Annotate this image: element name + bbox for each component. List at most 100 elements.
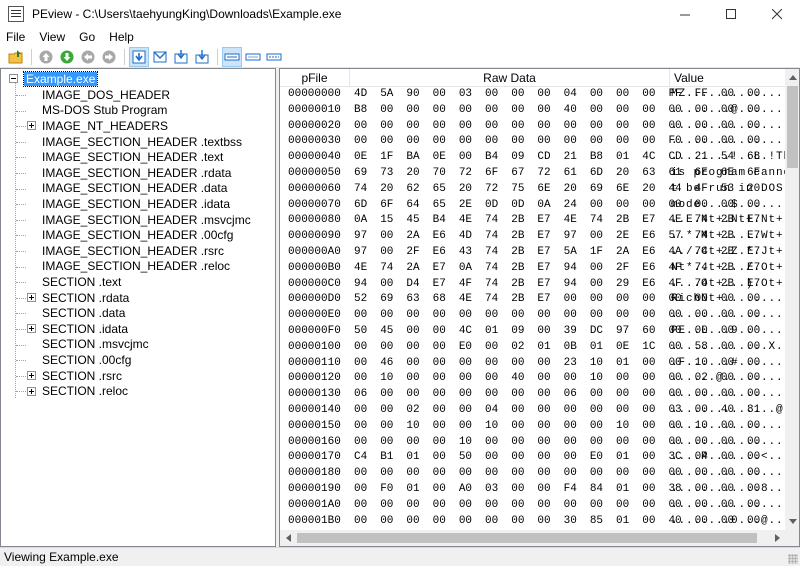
tree-item-label[interactable]: IMAGE_SECTION_HEADER .idata: [42, 197, 230, 211]
scroll-down-button[interactable]: [785, 513, 799, 530]
hex-row[interactable]: 000000C0 94 00 D4 E7 4F 74 2B E7 94 00 29…: [280, 277, 785, 293]
open-file-button[interactable]: [6, 47, 26, 67]
tree-item[interactable]: SECTION .rdata: [27, 290, 129, 306]
hex-row[interactable]: 00000140 00 00 02 00 00 04 00 00 00 00 00…: [280, 403, 785, 419]
tree-item[interactable]: SECTION .00cfg: [27, 352, 131, 368]
go-back-button[interactable]: [78, 47, 98, 67]
resize-grip-icon[interactable]: [788, 554, 798, 564]
hex-row[interactable]: 00000020 00 00 00 00 00 00 00 00 00 00 00…: [280, 119, 785, 135]
tree-item-label[interactable]: IMAGE_SECTION_HEADER .msvcjmc: [42, 213, 251, 227]
hex-row[interactable]: 00000060 74 20 62 65 20 72 75 6E 20 69 6E…: [280, 182, 785, 198]
tree-item[interactable]: IMAGE_SECTION_HEADER .reloc: [27, 259, 230, 275]
hex-row[interactable]: 00000010 B8 00 00 00 00 00 00 00 40 00 00…: [280, 103, 785, 119]
tree-item-label[interactable]: IMAGE_NT_HEADERS: [42, 119, 168, 133]
tree-item-label[interactable]: IMAGE_SECTION_HEADER .00cfg: [42, 228, 233, 242]
tree-item-label[interactable]: IMAGE_SECTION_HEADER .rsrc: [42, 244, 224, 258]
menu-help[interactable]: Help: [103, 30, 142, 44]
scroll-thumb[interactable]: [297, 533, 757, 543]
view-dword-button[interactable]: [171, 47, 191, 67]
tree-view[interactable]: Example.exe IMAGE_DOS_HEADER MS-DOS Stub …: [0, 68, 276, 547]
menu-go[interactable]: Go: [73, 30, 103, 44]
tree-item-label[interactable]: IMAGE_SECTION_HEADER .textbss: [42, 135, 242, 149]
hex-view[interactable]: pFile Raw Data Value 00000000 4D 5A 90 00…: [279, 68, 800, 547]
tree-item-label[interactable]: SECTION .msvcjmc: [42, 337, 149, 351]
go-up-button[interactable]: [36, 47, 56, 67]
tree-item-label[interactable]: SECTION .idata: [42, 322, 128, 336]
tree-item[interactable]: IMAGE_SECTION_HEADER .msvcjmc: [27, 212, 251, 228]
tree-item-label[interactable]: SECTION .text: [42, 275, 121, 289]
tree-item-label[interactable]: MS-DOS Stub Program: [42, 103, 167, 117]
column-header-pfile[interactable]: pFile: [280, 69, 350, 87]
tree-item[interactable]: IMAGE_SECTION_HEADER .idata: [27, 196, 230, 212]
tree-root[interactable]: Example.exe: [9, 70, 99, 87]
tree-item-label[interactable]: Example.exe: [22, 70, 99, 87]
hex-row[interactable]: 000000B0 4E 74 2A E7 0A 74 2B E7 94 00 2F…: [280, 261, 785, 277]
tree-item[interactable]: IMAGE_SECTION_HEADER .text: [27, 149, 223, 165]
view-list-button[interactable]: [264, 47, 284, 67]
tree-item[interactable]: SECTION .text: [27, 274, 121, 290]
hex-row[interactable]: 00000040 0E 1F BA 0E 00 B4 09 CD 21 B8 01…: [280, 150, 785, 166]
tree-item[interactable]: SECTION .reloc: [27, 383, 128, 399]
view-hex-button[interactable]: [222, 46, 242, 67]
view-text-button[interactable]: [243, 47, 263, 67]
tree-item-label[interactable]: SECTION .data: [42, 306, 125, 320]
hex-row[interactable]: 00000190 00 F0 01 00 A0 03 00 00 F4 84 01…: [280, 482, 785, 498]
view-qword-button[interactable]: [192, 47, 212, 67]
tree-item-label[interactable]: IMAGE_SECTION_HEADER .reloc: [42, 259, 230, 273]
hex-rows[interactable]: 00000000 4D 5A 90 00 03 00 00 00 04 00 00…: [280, 87, 785, 530]
tree-item-label[interactable]: SECTION .rsrc: [42, 369, 122, 383]
tree-item-label[interactable]: IMAGE_SECTION_HEADER .data: [42, 181, 227, 195]
close-button[interactable]: [754, 0, 800, 28]
collapse-icon[interactable]: [9, 74, 18, 84]
horizontal-scrollbar[interactable]: [280, 530, 785, 546]
hex-row[interactable]: 00000150 00 00 10 00 00 10 00 00 00 00 10…: [280, 419, 785, 435]
tree-item[interactable]: IMAGE_SECTION_HEADER .rsrc: [27, 243, 224, 259]
scroll-right-button[interactable]: [769, 530, 785, 546]
expand-icon[interactable]: [27, 371, 36, 381]
hex-row[interactable]: 000000A0 97 00 2F E6 43 74 2B E7 5A 1F 2A…: [280, 245, 785, 261]
hex-row[interactable]: 000001A0 00 00 00 00 00 00 00 00 00 00 00…: [280, 498, 785, 514]
go-next-button[interactable]: [99, 47, 119, 67]
tree-item-label[interactable]: SECTION .reloc: [42, 384, 128, 398]
hex-row[interactable]: 00000090 97 00 2A E6 4D 74 2B E7 97 00 2E…: [280, 229, 785, 245]
scroll-up-button[interactable]: [785, 69, 799, 86]
column-header-value[interactable]: Value: [670, 69, 799, 87]
scroll-thumb[interactable]: [787, 86, 798, 168]
view-word-button[interactable]: [150, 47, 170, 67]
vertical-scrollbar[interactable]: [785, 69, 799, 530]
tree-item[interactable]: IMAGE_SECTION_HEADER .textbss: [27, 134, 242, 150]
tree-item[interactable]: IMAGE_SECTION_HEADER .rdata: [27, 165, 231, 181]
hex-row[interactable]: 00000120 00 10 00 00 00 00 40 00 00 10 00…: [280, 371, 785, 387]
hex-row[interactable]: 00000170 C4 B1 01 00 50 00 00 00 00 E0 01…: [280, 450, 785, 466]
tree-item[interactable]: IMAGE_DOS_HEADER: [27, 87, 170, 103]
tree-item[interactable]: IMAGE_SECTION_HEADER .00cfg: [27, 227, 233, 243]
tree-item[interactable]: SECTION .msvcjmc: [27, 337, 149, 353]
tree-item-label[interactable]: SECTION .rdata: [42, 291, 129, 305]
tree-item[interactable]: SECTION .idata: [27, 321, 128, 337]
expand-icon[interactable]: [27, 121, 36, 131]
maximize-button[interactable]: [708, 0, 754, 28]
tree-item-label[interactable]: IMAGE_SECTION_HEADER .rdata: [42, 166, 231, 180]
tree-item[interactable]: IMAGE_SECTION_HEADER .data: [27, 181, 227, 197]
hex-row[interactable]: 000001B0 00 00 00 00 00 00 00 00 30 85 01…: [280, 514, 785, 530]
hex-row[interactable]: 00000050 69 73 20 70 72 6F 67 72 61 6D 20…: [280, 166, 785, 182]
hex-row[interactable]: 00000080 0A 15 45 B4 4E 74 2B E7 4E 74 2B…: [280, 213, 785, 229]
tree-item-label[interactable]: IMAGE_SECTION_HEADER .text: [42, 150, 223, 164]
tree-item-label[interactable]: IMAGE_DOS_HEADER: [42, 88, 170, 102]
hex-row[interactable]: 00000180 00 00 00 00 00 00 00 00 00 00 00…: [280, 466, 785, 482]
hex-row[interactable]: 00000100 00 00 00 00 E0 00 02 01 0B 01 0E…: [280, 340, 785, 356]
expand-icon[interactable]: [27, 293, 36, 303]
expand-icon[interactable]: [27, 386, 36, 396]
menu-view[interactable]: View: [33, 30, 73, 44]
hex-row[interactable]: 00000110 00 46 00 00 00 00 00 00 23 10 01…: [280, 356, 785, 372]
hex-row[interactable]: 00000030 00 00 00 00 00 00 00 00 00 00 00…: [280, 134, 785, 150]
hex-row[interactable]: 00000000 4D 5A 90 00 03 00 00 00 04 00 00…: [280, 87, 785, 103]
view-byte-button[interactable]: [129, 46, 149, 67]
tree-item[interactable]: SECTION .data: [27, 305, 125, 321]
expand-icon[interactable]: [27, 324, 36, 334]
menu-file[interactable]: File: [0, 30, 33, 44]
hex-row[interactable]: 000000E0 00 00 00 00 00 00 00 00 00 00 00…: [280, 308, 785, 324]
tree-item-label[interactable]: SECTION .00cfg: [42, 353, 131, 367]
hex-row[interactable]: 00000160 00 00 00 00 10 00 00 00 00 00 00…: [280, 435, 785, 451]
hex-row[interactable]: 00000130 06 00 00 00 00 00 00 00 06 00 00…: [280, 387, 785, 403]
